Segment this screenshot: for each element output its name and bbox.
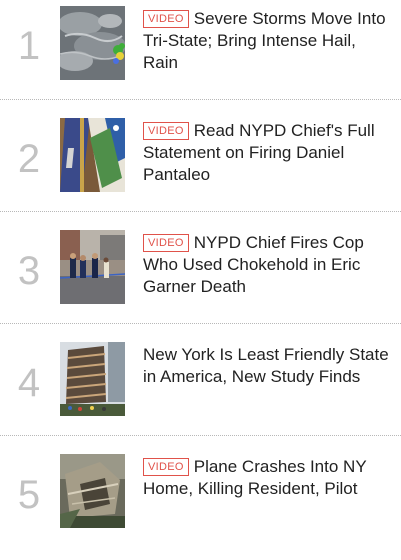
rank-number: 2	[17, 137, 41, 181]
divider	[0, 323, 401, 324]
headline-link[interactable]: VIDEO Severe Storms Move Into Tri-State; …	[143, 8, 393, 74]
headline-link[interactable]: New York Is Least Friendly State in Amer…	[143, 344, 393, 388]
headline-link[interactable]: VIDEO Plane Crashes Into NY Home, Killing…	[143, 456, 393, 500]
weather-radar-thumbnail-icon[interactable]	[60, 6, 125, 80]
weather-radar-image	[60, 6, 125, 80]
rank-number: 4	[17, 361, 41, 405]
list-item[interactable]: 5 VIDEO Plane Crashes Into NY Home, Killi…	[0, 448, 401, 560]
police-street-thumbnail-icon[interactable]	[60, 230, 125, 304]
damaged-house-thumbnail-icon[interactable]	[60, 454, 125, 528]
list-item[interactable]: 3 VIDEONYPD Chief Fires Cop Who Used Ch	[0, 224, 401, 336]
video-badge: VIDEO	[143, 10, 189, 28]
flags-image	[60, 118, 125, 192]
rank-number: 3	[17, 249, 41, 293]
divider	[0, 435, 401, 436]
rank-number: 5	[17, 473, 41, 517]
divider	[0, 211, 401, 212]
flags-thumbnail-icon[interactable]	[60, 118, 125, 192]
list-item[interactable]: 4 New York Is Least Friendly State in Am…	[0, 336, 401, 448]
vessel-building-thumbnail-icon[interactable]	[60, 342, 125, 416]
headline-text: New York Is Least Friendly State in Amer…	[143, 345, 389, 386]
police-street-image	[60, 230, 125, 304]
video-badge: VIDEO	[143, 458, 189, 476]
headline-link[interactable]: VIDEO Read NYPD Chief's Full Statement on…	[143, 120, 393, 186]
list-item[interactable]: 1 VIDEO Severe Storms Move Into Tri-State…	[0, 0, 401, 112]
list-item[interactable]: 2 VIDEO Read NYPD Chief's Full Statement …	[0, 112, 401, 224]
vessel-building-image	[60, 342, 125, 416]
headline-link[interactable]: VIDEO NYPD Chief Fires Cop Who Used Choke…	[143, 232, 393, 298]
rank-number: 1	[17, 24, 41, 68]
video-badge: VIDEO	[143, 234, 189, 252]
divider	[0, 99, 401, 100]
video-badge: VIDEO	[143, 122, 189, 140]
damaged-house-image	[60, 454, 125, 528]
